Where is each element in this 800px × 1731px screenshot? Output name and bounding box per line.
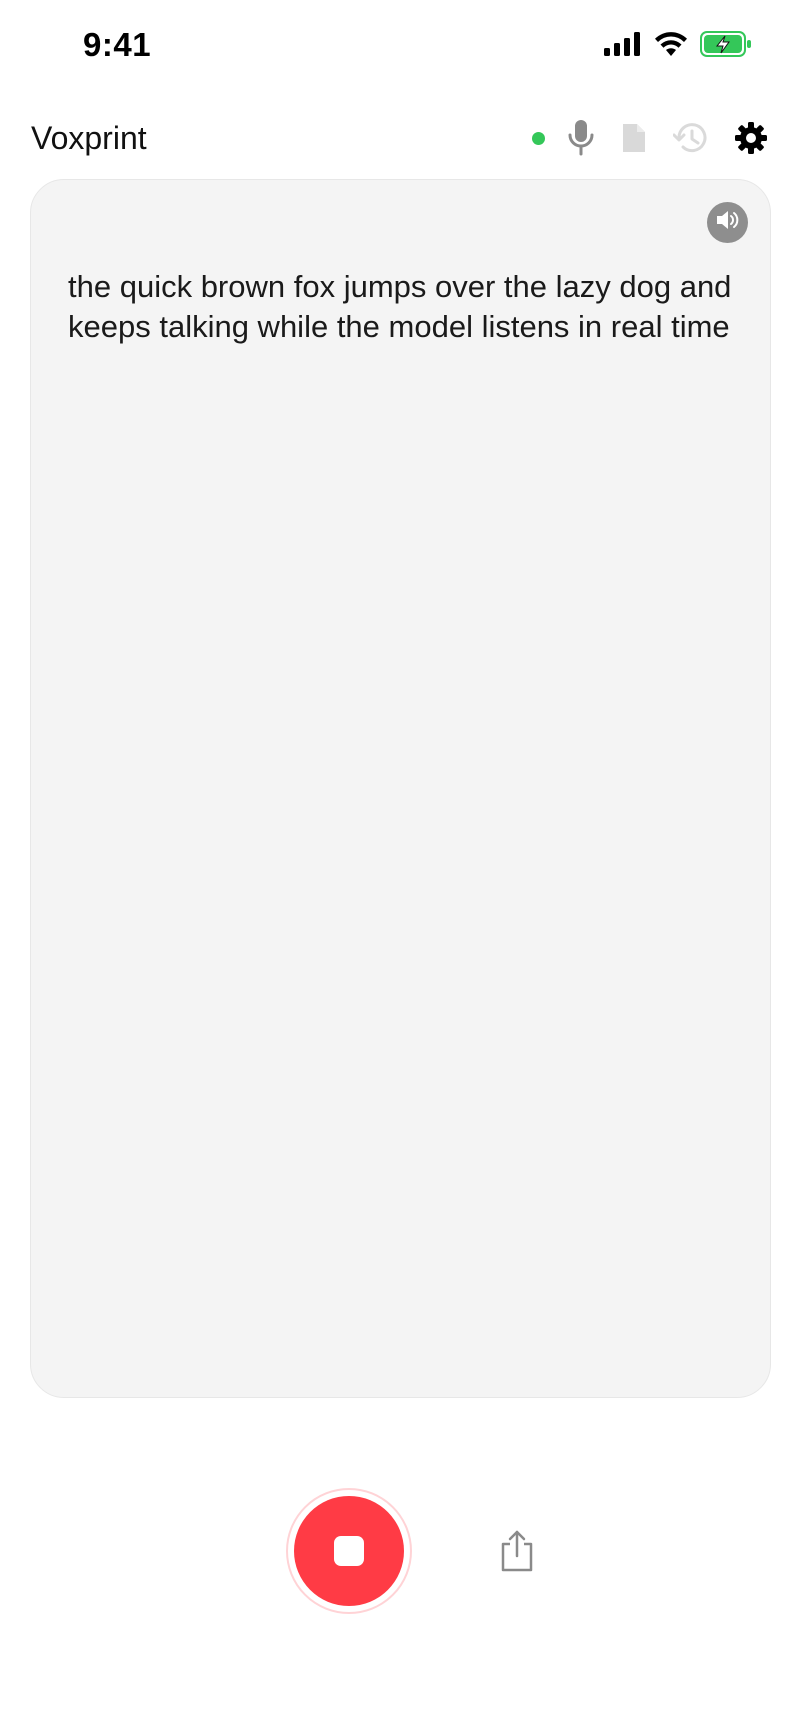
stop-recording-button[interactable] [294, 1496, 404, 1606]
battery-charging-icon [700, 30, 752, 62]
document-icon[interactable] [614, 118, 654, 158]
gear-icon[interactable] [731, 118, 771, 158]
speaker-button[interactable] [707, 202, 748, 243]
transcript-text: the quick brown fox jumps over the lazy … [68, 269, 732, 344]
stop-icon [334, 1536, 364, 1566]
app-header: Voxprint [0, 110, 800, 166]
microphone-icon[interactable] [561, 118, 601, 158]
status-bar: 9:41 [0, 0, 800, 92]
status-icons [604, 30, 752, 62]
transcript-card: the quick brown fox jumps over the lazy … [30, 179, 771, 1398]
share-icon [499, 1529, 535, 1578]
app-title: Voxprint [31, 120, 147, 156]
status-time: 9:41 [83, 26, 152, 63]
share-button[interactable] [494, 1528, 540, 1578]
record-button-ring [286, 1488, 412, 1614]
connection-status-dot [532, 132, 545, 145]
speaker-icon [715, 209, 741, 236]
app-screen: 9:41 Voxprint the quick brown fox jumps … [0, 0, 800, 1731]
wifi-icon [654, 31, 688, 62]
history-icon[interactable] [671, 118, 711, 158]
cellular-signal-icon [604, 31, 642, 61]
